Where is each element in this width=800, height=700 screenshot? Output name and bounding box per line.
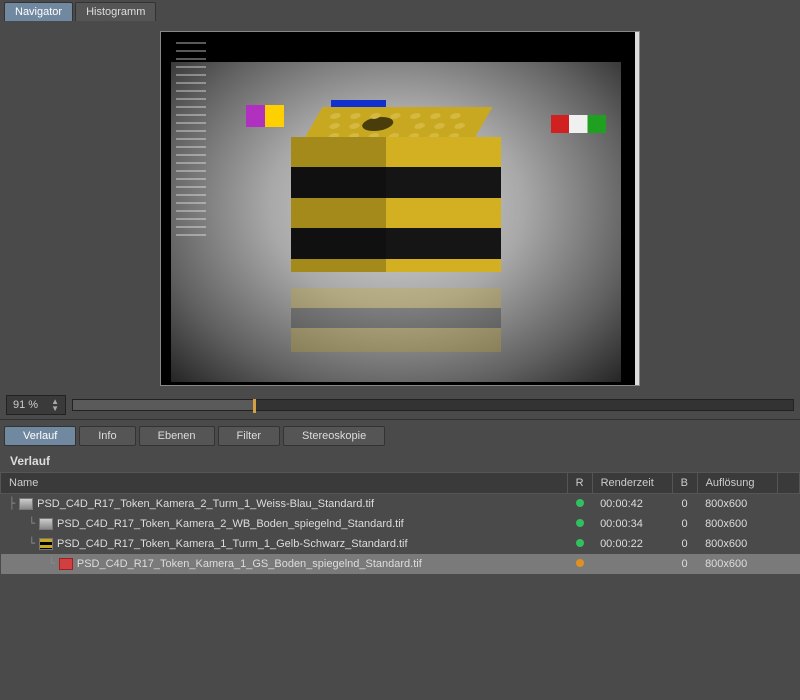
status-dot-icon: [576, 559, 584, 567]
section-title: Verlauf: [0, 446, 800, 472]
col-header-aufloesung[interactable]: Auflösung: [697, 473, 777, 494]
background-brick-icon: [551, 115, 606, 133]
render-thumbnail-icon: [59, 558, 73, 570]
render-progress-edge: [176, 42, 206, 242]
tree-branch-icon: └: [9, 537, 36, 550]
tree-branch-icon: └: [9, 557, 55, 570]
tab-verlauf[interactable]: Verlauf: [4, 426, 76, 446]
render-time: [592, 554, 672, 574]
status-dot-icon: [576, 539, 584, 547]
history-table: Name R Renderzeit B Auflösung ├ PSD_C4D_R…: [0, 472, 800, 574]
col-header-name[interactable]: Name: [1, 473, 568, 494]
status-dot-icon: [576, 519, 584, 527]
background-brick-icon: [246, 105, 284, 127]
zoom-bar: 91 % ▲▼: [0, 391, 800, 419]
b-value: 0: [672, 514, 697, 534]
floor-reflection: [291, 272, 501, 352]
col-header-b[interactable]: B: [672, 473, 697, 494]
section-tab-bar: Verlauf Info Ebenen Filter Stereoskopie: [0, 419, 800, 446]
preview-scrollbar[interactable]: [635, 32, 639, 385]
render-time: 00:00:42: [592, 494, 672, 514]
zoom-value-text: 91 %: [13, 399, 38, 411]
b-value: 0: [672, 534, 697, 554]
table-row[interactable]: ├ PSD_C4D_R17_Token_Kamera_2_Turm_1_Weiss…: [1, 494, 800, 514]
file-name: PSD_C4D_R17_Token_Kamera_2_WB_Boden_spie…: [57, 518, 404, 530]
render-thumbnail-icon: [39, 538, 53, 550]
tab-filter[interactable]: Filter: [218, 426, 280, 446]
tree-branch-icon: └: [9, 517, 36, 530]
table-row[interactable]: └ PSD_C4D_R17_Token_Kamera_1_GS_Boden_spi…: [1, 554, 800, 574]
render-preview[interactable]: [160, 31, 640, 386]
tab-ebenen[interactable]: Ebenen: [139, 426, 215, 446]
render-time: 00:00:22: [592, 534, 672, 554]
render-thumbnail-icon: [39, 518, 53, 530]
zoom-value-input[interactable]: 91 % ▲▼: [6, 395, 66, 415]
resolution: 800x600: [697, 514, 777, 534]
file-name: PSD_C4D_R17_Token_Kamera_2_Turm_1_Weiss-…: [37, 498, 374, 510]
tab-navigator[interactable]: Navigator: [4, 2, 73, 21]
file-name: PSD_C4D_R17_Token_Kamera_1_Turm_1_Gelb-S…: [57, 538, 408, 550]
zoom-slider-thumb[interactable]: [253, 399, 256, 413]
render-scene: [171, 62, 621, 382]
status-dot-icon: [576, 499, 584, 507]
file-name: PSD_C4D_R17_Token_Kamera_1_GS_Boden_spie…: [77, 558, 422, 570]
col-header-renderzeit[interactable]: Renderzeit: [592, 473, 672, 494]
b-value: 0: [672, 494, 697, 514]
col-header-r[interactable]: R: [567, 473, 592, 494]
spinner-icon[interactable]: ▲▼: [51, 398, 59, 412]
table-row[interactable]: └ PSD_C4D_R17_Token_Kamera_2_WB_Boden_spi…: [1, 514, 800, 534]
preview-area: [0, 21, 800, 391]
resolution: 800x600: [697, 534, 777, 554]
render-thumbnail-icon: [19, 498, 33, 510]
tree-branch-icon: ├: [9, 497, 16, 510]
render-time: 00:00:34: [592, 514, 672, 534]
b-value: 0: [672, 554, 697, 574]
resolution: 800x600: [697, 554, 777, 574]
top-tab-bar: Navigator Histogramm: [0, 0, 800, 21]
brick-tower: [291, 107, 501, 272]
zoom-slider-fill: [73, 400, 253, 410]
tab-histogram[interactable]: Histogramm: [75, 2, 156, 21]
tab-stereoskopie[interactable]: Stereoskopie: [283, 426, 385, 446]
table-row[interactable]: └ PSD_C4D_R17_Token_Kamera_1_Turm_1_Gelb-…: [1, 534, 800, 554]
tab-info[interactable]: Info: [79, 426, 135, 446]
col-header-spacer: [777, 473, 799, 494]
resolution: 800x600: [697, 494, 777, 514]
zoom-slider[interactable]: [72, 399, 794, 411]
